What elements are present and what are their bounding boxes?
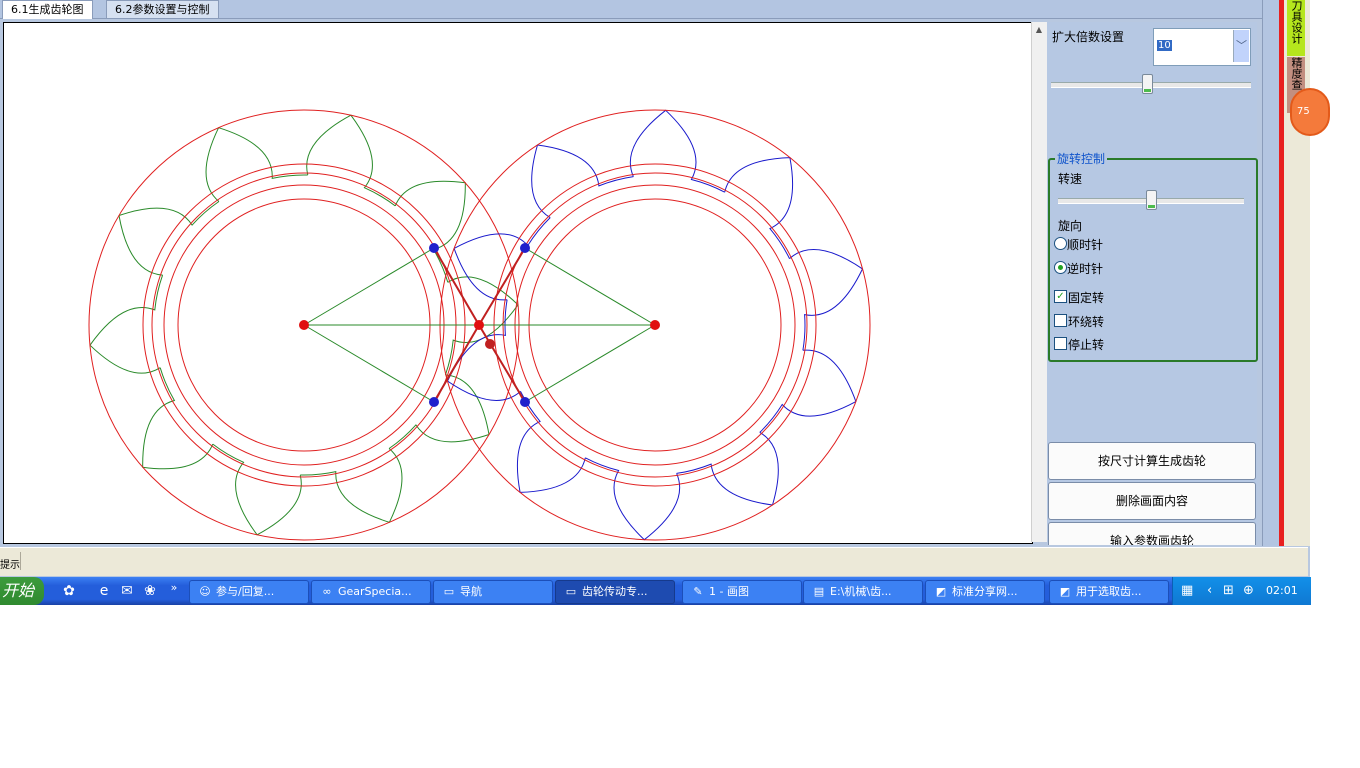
contact-point bbox=[520, 397, 530, 407]
taskbar-button[interactable]: ▭ 齿轮传动专... bbox=[555, 580, 675, 604]
speed-slider[interactable] bbox=[1058, 190, 1244, 210]
gear-drawing-canvas[interactable] bbox=[3, 22, 1033, 544]
status-panel bbox=[20, 552, 1307, 570]
taskbar-button[interactable]: ☺ 参与/回复... bbox=[189, 580, 309, 604]
start-button[interactable]: 开始 bbox=[0, 577, 44, 605]
collapse-tray-icon[interactable]: ‹ bbox=[1207, 583, 1212, 598]
task-icon: ▤ bbox=[813, 585, 825, 598]
task-icon: ▭ bbox=[565, 585, 577, 598]
checkbox-fixed-rotation[interactable]: ✓ bbox=[1054, 290, 1067, 303]
chevron-down-icon[interactable]: ﹀ bbox=[1233, 30, 1249, 62]
taskbar-button[interactable]: ▭ 导航 bbox=[433, 580, 553, 604]
tab-bar: 6.1生成齿轮图 6.2参数设置与控制 bbox=[0, 0, 1262, 19]
clock: 02:01 bbox=[1266, 584, 1298, 597]
outlook-icon[interactable]: ✉ bbox=[118, 582, 136, 600]
checkbox-stop-rotation-label: 停止转 bbox=[1068, 338, 1105, 352]
center-line bbox=[524, 247, 656, 326]
zoom-select[interactable]: 10 ﹀ bbox=[1153, 28, 1251, 66]
task-icon: ◩ bbox=[935, 585, 947, 598]
taskbar-button[interactable]: ◩ 标准分享网... bbox=[925, 580, 1045, 604]
rotation-control-title: 旋转控制 bbox=[1055, 150, 1108, 167]
radio-clockwise-label: 顺时针 bbox=[1067, 238, 1104, 252]
task-label: GearSpecia... bbox=[338, 585, 412, 598]
checkbox-fixed-rotation-label: 固定转 bbox=[1068, 291, 1105, 305]
center-line bbox=[524, 324, 656, 403]
status-bar: 提示 bbox=[0, 547, 1308, 576]
center-line bbox=[303, 324, 435, 403]
contact-point bbox=[520, 243, 530, 253]
left-gear-center-point bbox=[299, 320, 309, 330]
task-icon: ✎ bbox=[693, 585, 703, 598]
checkbox-stop-rotation[interactable] bbox=[1054, 337, 1067, 350]
pitch-point bbox=[474, 320, 484, 330]
task-label: 用于选取齿... bbox=[1076, 585, 1142, 598]
task-icon: ◩ bbox=[1059, 585, 1071, 598]
zoom-slider-thumb[interactable] bbox=[1142, 74, 1153, 94]
task-icon: ∞ bbox=[322, 585, 332, 598]
overflow-chevron-icon[interactable]: » bbox=[165, 579, 183, 597]
windows-taskbar: 开始 ✿ e ✉ ❀ » ☺ 参与/回复... ∞ GearSpecia... ▭ 导航 ▭… bbox=[0, 577, 1311, 605]
scroll-up-icon[interactable]: ▲ bbox=[1033, 24, 1045, 36]
system-tray: ▦ ‹ ⊞ ⊕ 02:01 bbox=[1172, 577, 1311, 605]
input-params-draw-button[interactable]: 输入参数画齿轮 bbox=[1048, 522, 1256, 545]
tab-generate-gear[interactable]: 6.1生成齿轮图 bbox=[2, 0, 93, 19]
taskbar-button[interactable]: ✎ 1 - 画图 bbox=[682, 580, 802, 604]
task-icon: ☺ bbox=[199, 585, 211, 598]
zoom-slider[interactable] bbox=[1051, 74, 1251, 94]
direction-label: 旋向 bbox=[1058, 219, 1083, 233]
task-label: 参与/回复... bbox=[216, 585, 275, 598]
panel-right-strip bbox=[1262, 0, 1279, 546]
radio-counterclockwise[interactable] bbox=[1054, 261, 1067, 274]
tab-params-control[interactable]: 6.2参数设置与控制 bbox=[106, 0, 219, 18]
network-icon[interactable]: ⊞ bbox=[1223, 583, 1234, 598]
checkbox-orbit-rotation[interactable] bbox=[1054, 314, 1067, 327]
zoom-value: 10 bbox=[1157, 40, 1172, 51]
taskbar-button[interactable]: ▤ E:\机械\齿... bbox=[803, 580, 923, 604]
task-icon: ▭ bbox=[443, 585, 455, 598]
right-gear-center-point bbox=[650, 320, 660, 330]
contact-point bbox=[429, 397, 439, 407]
checkbox-orbit-rotation-label: 环绕转 bbox=[1068, 315, 1105, 329]
status-text: 提示 bbox=[0, 560, 20, 571]
radio-clockwise[interactable] bbox=[1054, 237, 1067, 250]
canvas-vertical-scrollbar[interactable]: ▲ bbox=[1031, 22, 1047, 542]
gear-app-window: 6.1生成齿轮图 6.2参数设置与控制 ▲ 扩大倍数设置 10 ﹀ 旋转控制 转… bbox=[0, 0, 1330, 577]
generate-gear-button[interactable]: 按尺寸计算生成齿轮 bbox=[1048, 442, 1256, 480]
float-badge[interactable]: 75 bbox=[1290, 88, 1330, 136]
task-label: 标准分享网... bbox=[952, 585, 1018, 598]
ie-icon[interactable]: e bbox=[95, 582, 113, 600]
speed-slider-thumb[interactable] bbox=[1146, 190, 1157, 210]
center-line bbox=[303, 247, 435, 326]
taskbar-button[interactable]: ◩ 用于选取齿... bbox=[1049, 580, 1169, 604]
add-icon[interactable]: ⊕ bbox=[1243, 583, 1254, 598]
flower-icon[interactable]: ❀ bbox=[141, 582, 159, 600]
mesh-point bbox=[485, 339, 495, 349]
media-icon[interactable]: ✿ bbox=[60, 582, 78, 600]
radio-counterclockwise-label: 逆时针 bbox=[1067, 262, 1104, 276]
task-label: 导航 bbox=[460, 585, 482, 598]
task-label: E:\机械\齿... bbox=[830, 585, 892, 598]
keyboard-icon[interactable]: ▦ bbox=[1181, 583, 1193, 598]
speed-label: 转速 bbox=[1058, 172, 1083, 186]
gear-drawing bbox=[88, 109, 871, 541]
contact-point bbox=[429, 243, 439, 253]
clear-canvas-button[interactable]: 删除画面内容 bbox=[1048, 482, 1256, 520]
task-label: 齿轮传动专... bbox=[582, 585, 648, 598]
side-tab-tool-design[interactable]: 刀具设计 bbox=[1287, 0, 1305, 56]
zoom-label: 扩大倍数设置 bbox=[1052, 30, 1125, 44]
task-label: 1 - 画图 bbox=[709, 585, 749, 598]
taskbar-button[interactable]: ∞ GearSpecia... bbox=[311, 580, 431, 604]
